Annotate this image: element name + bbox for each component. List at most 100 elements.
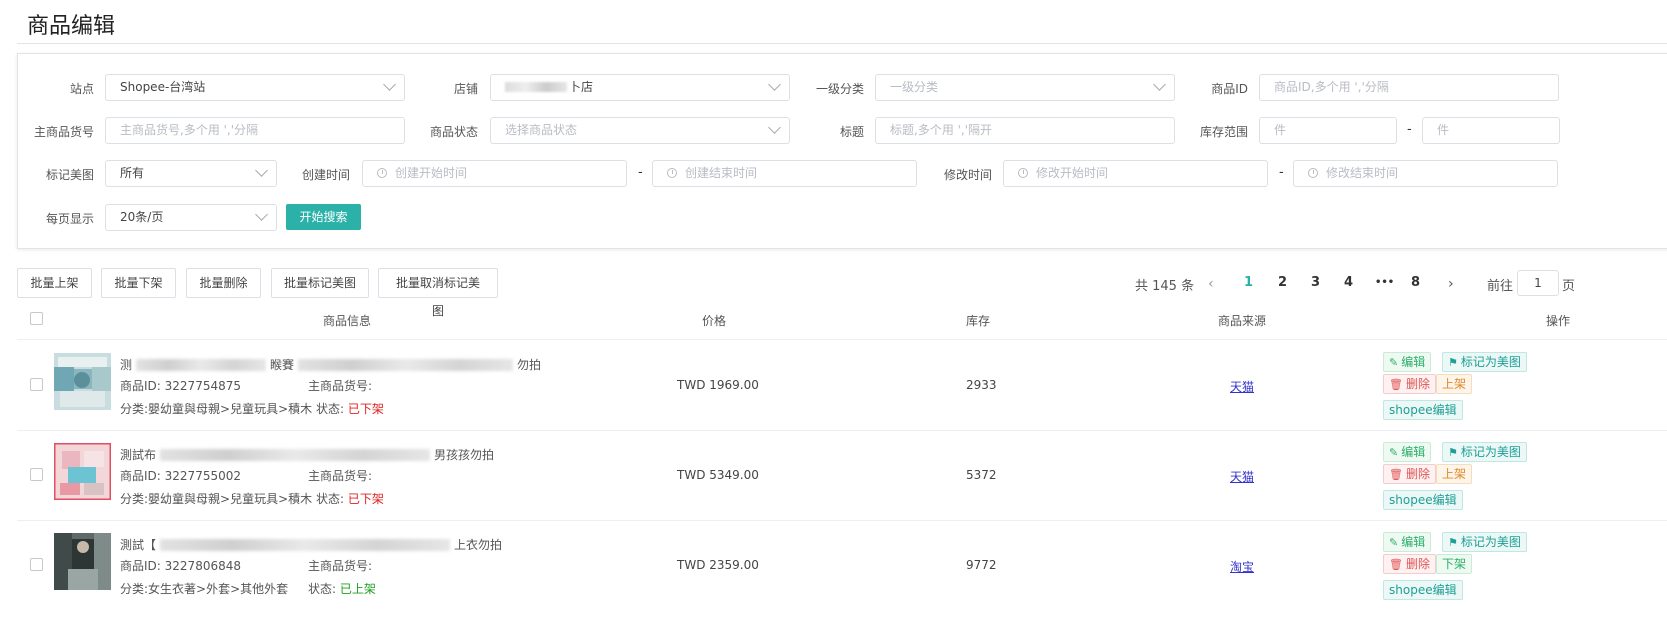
next-page-icon[interactable]: › <box>1448 276 1458 292</box>
delete-button[interactable]: 🗑 删除 <box>1383 554 1436 574</box>
modified-label: 修改时间 <box>943 168 992 182</box>
product-image <box>54 533 111 590</box>
shopee-edit-button[interactable]: shopee编辑 <box>1383 580 1463 600</box>
batch-unlist-button[interactable]: 批量下架 <box>101 268 176 298</box>
clock-icon <box>1018 168 1028 178</box>
redacted-text <box>505 82 567 92</box>
search-button[interactable]: 开始搜索 <box>286 204 361 230</box>
shopee-edit-button[interactable]: shopee编辑 <box>1383 400 1463 420</box>
product-price: TWD 1969.00 <box>677 378 759 392</box>
product-source-link[interactable]: 天猫 <box>1230 378 1254 395</box>
product-image <box>54 443 111 500</box>
page-1[interactable]: 1 <box>1244 275 1253 290</box>
page-8[interactable]: 8 <box>1411 275 1420 290</box>
product-id: 商品ID: 3227754875 <box>120 379 242 393</box>
goto-page-input[interactable]: 1 <box>1517 270 1559 296</box>
pager-total: 共 145 条 <box>1135 279 1195 294</box>
mark-beauty-button[interactable]: ⚑ 标记为美图 <box>1442 532 1527 552</box>
batch-list-button[interactable]: 批量上架 <box>17 268 92 298</box>
batch-delete-button[interactable]: 批量删除 <box>186 268 261 298</box>
page-title: 商品编辑 <box>27 14 116 39</box>
trash-icon: 🗑 <box>1389 558 1403 571</box>
prev-page-icon[interactable]: ‹ <box>1208 276 1218 292</box>
unlist-button[interactable]: 下架 <box>1436 554 1473 574</box>
delete-button[interactable]: 🗑 删除 <box>1383 464 1436 484</box>
site-label: 站点 <box>69 82 94 96</box>
row-checkbox[interactable] <box>30 558 43 571</box>
created-end-input[interactable]: 创建结束时间 <box>652 160 917 187</box>
page-3[interactable]: 3 <box>1311 275 1320 290</box>
title-placeholder: 标题,多个用 ','隔开 <box>890 123 993 137</box>
modified-start-input[interactable]: 修改开始时间 <box>1003 160 1268 187</box>
product-id-input[interactable]: 商品ID,多个用 ','分隔 <box>1259 74 1559 101</box>
product-title: 測試布 男孩孩勿拍 <box>120 448 495 462</box>
per-page-label: 每页显示 <box>45 212 94 226</box>
per-page-select[interactable]: 20条/页 <box>105 204 277 231</box>
edit-icon: ✎ <box>1389 536 1399 549</box>
row-checkbox[interactable] <box>30 468 43 481</box>
page-2[interactable]: 2 <box>1278 275 1287 290</box>
row-checkbox[interactable] <box>30 378 43 391</box>
product-thumbnail[interactable] <box>54 533 111 590</box>
mark-beauty-button[interactable]: ⚑ 标记为美图 <box>1442 352 1527 372</box>
status-select[interactable]: 选择商品状态 <box>490 117 790 144</box>
flag-icon: ⚑ <box>1448 356 1458 369</box>
title-input[interactable]: 标题,多个用 ','隔开 <box>875 117 1175 144</box>
product-stock: 2933 <box>966 378 997 392</box>
page-ellipsis[interactable]: ••• <box>1375 277 1394 288</box>
site-select[interactable]: Shopee-台湾站 <box>105 74 405 101</box>
product-category: 分类:嬰幼童與母親>兒童玩具>積木 状态: 已下架 <box>120 492 384 506</box>
main-sku-input[interactable]: 主商品货号,多个用 ','分隔 <box>105 117 405 144</box>
stock-max-input[interactable]: 件 <box>1422 117 1560 144</box>
edit-icon: ✎ <box>1389 356 1399 369</box>
batch-mark-button[interactable]: 批量标记美图 <box>271 268 369 298</box>
select-all-checkbox[interactable] <box>30 312 43 325</box>
modified-end-placeholder: 修改结束时间 <box>1326 166 1399 180</box>
row-divider <box>17 520 1667 521</box>
store-value: 卜店 <box>569 80 594 94</box>
main-sku-label: 主商品货号 <box>33 125 94 139</box>
product-category: 分类:女生衣著>外套>其他外套 <box>120 582 289 596</box>
mark-image-select[interactable]: 所有 <box>105 160 277 187</box>
main-sku: 主商品货号: <box>308 469 373 483</box>
mark-beauty-button[interactable]: ⚑ 标记为美图 <box>1442 442 1527 462</box>
edit-icon: ✎ <box>1389 446 1399 459</box>
product-source-link[interactable]: 淘宝 <box>1230 558 1254 575</box>
chevron-down-icon <box>768 78 781 91</box>
edit-button[interactable]: ✎ 编辑 <box>1383 532 1432 552</box>
clock-icon <box>667 168 677 178</box>
main-sku: 主商品货号: <box>308 379 373 393</box>
product-category: 分类:嬰幼童與母親>兒童玩具>積木 状态: 已下架 <box>120 402 384 416</box>
status-label: 商品状态 <box>429 125 478 139</box>
edit-button[interactable]: ✎ 编辑 <box>1383 352 1432 372</box>
delete-button[interactable]: 🗑 删除 <box>1383 374 1436 394</box>
product-price: TWD 5349.00 <box>677 468 759 482</box>
flag-icon: ⚑ <box>1448 446 1458 459</box>
shopee-edit-button[interactable]: shopee编辑 <box>1383 490 1463 510</box>
stock-max-placeholder: 件 <box>1437 123 1450 137</box>
page-4[interactable]: 4 <box>1344 275 1353 290</box>
edit-button[interactable]: ✎ 编辑 <box>1383 442 1432 462</box>
product-thumbnail[interactable] <box>54 353 111 410</box>
site-value: Shopee-台湾站 <box>120 80 206 94</box>
list-button[interactable]: 上架 <box>1436 464 1473 484</box>
category-select[interactable]: 一级分类 <box>875 74 1175 101</box>
batch-unmark-button[interactable]: 批量取消标记美图 <box>378 268 498 318</box>
status-placeholder: 选择商品状态 <box>505 123 578 137</box>
chevron-down-icon <box>768 121 781 134</box>
trash-icon: 🗑 <box>1389 378 1403 391</box>
product-source-link[interactable]: 天猫 <box>1230 468 1254 485</box>
product-thumbnail[interactable] <box>54 443 111 500</box>
modified-end-input[interactable]: 修改结束时间 <box>1293 160 1558 187</box>
created-start-placeholder: 创建开始时间 <box>395 166 468 180</box>
product-id: 商品ID: 3227755002 <box>120 469 242 483</box>
list-button[interactable]: 上架 <box>1436 374 1473 394</box>
product-title: 測試【 上衣勿拍 <box>120 538 503 552</box>
created-start-input[interactable]: 创建开始时间 <box>362 160 627 187</box>
clock-icon <box>1308 168 1318 178</box>
product-stock: 5372 <box>966 468 997 482</box>
category-label: 一级分类 <box>815 82 864 96</box>
modified-start-placeholder: 修改开始时间 <box>1036 166 1109 180</box>
stock-min-input[interactable]: 件 <box>1259 117 1397 144</box>
store-select[interactable]: 卜店 <box>490 74 790 101</box>
